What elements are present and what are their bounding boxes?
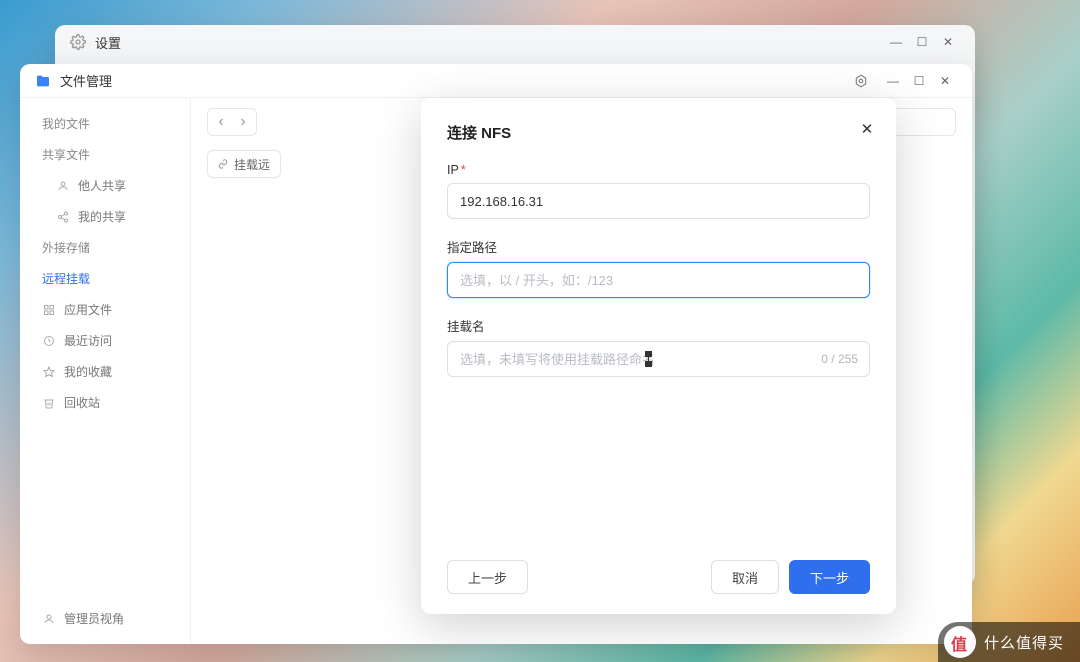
mount-name-input[interactable] [447,341,870,377]
path-input[interactable] [447,262,870,298]
ip-input[interactable] [447,183,870,219]
user-icon [56,179,70,193]
required-star: * [461,163,466,177]
close-button[interactable]: ✕ [932,68,958,94]
modal-overlay: 连接 NFS ✕ IP* 指定路径 [361,98,972,644]
sidebar-item-admin-view[interactable]: 管理员视角 [26,603,184,634]
sidebar-item-favorites[interactable]: 我的收藏 [26,356,184,387]
nav-back-forward: ‹ › [207,108,257,136]
sidebar-item-remote-mount[interactable]: 远程挂载 [26,263,184,294]
gear-icon [69,33,87,51]
modal-title: 连接 NFS [447,122,870,143]
content-area: ‹ › 搜索 挂载远 [190,98,972,644]
char-count: 0 / 255 [821,352,858,366]
next-button[interactable]: 下一步 [789,560,870,594]
back-button[interactable]: ‹ [212,110,230,134]
folder-icon [34,72,52,90]
star-icon [42,365,56,379]
sidebar-item-app-files[interactable]: 应用文件 [26,294,184,325]
settings-icon[interactable] [848,68,874,94]
sidebar-item-my-files[interactable]: 我的文件 [26,108,184,139]
maximize-button[interactable]: ☐ [906,68,932,94]
nfs-connect-modal: 连接 NFS ✕ IP* 指定路径 [421,98,896,614]
trash-icon [42,396,56,410]
sidebar-item-others-shared[interactable]: 他人共享 [26,170,184,201]
field-ip: IP* [447,163,870,219]
path-label: 指定路径 [447,237,870,256]
share-icon [56,210,70,224]
close-button[interactable]: ✕ [935,29,961,55]
sidebar-item-trash[interactable]: 回收站 [26,387,184,418]
sidebar-item-my-shared[interactable]: 我的共享 [26,201,184,232]
maximize-button[interactable]: ☐ [909,29,935,55]
minimize-button[interactable]: — [883,29,909,55]
cancel-button[interactable]: 取消 [711,560,779,594]
minimize-button[interactable]: — [880,68,906,94]
sidebar-item-shared[interactable]: 共享文件 [26,139,184,170]
file-manager-window: 文件管理 — ☐ ✕ 我的文件 共享文件 他人共享 我的共享 外接存储 远程挂载… [20,64,972,644]
settings-title: 设置 [95,33,883,52]
fm-titlebar: 文件管理 — ☐ ✕ [20,64,972,98]
sidebar: 我的文件 共享文件 他人共享 我的共享 外接存储 远程挂载 应用文件 最近访问 [20,98,190,644]
sidebar-item-external[interactable]: 外接存储 [26,232,184,263]
prev-button[interactable]: 上一步 [447,560,528,594]
text-cursor-icon [645,351,652,367]
field-mount-name: 挂载名 0 / 255 [447,316,870,377]
watermark: 值 什么值得买 [938,622,1080,662]
modal-footer: 上一步 取消 下一步 [447,560,870,594]
close-icon[interactable]: ✕ [856,118,878,140]
fm-title: 文件管理 [60,71,848,90]
mount-chip[interactable]: 挂载远 [207,150,281,178]
watermark-logo-icon: 值 [951,631,968,655]
mount-name-label: 挂载名 [447,316,870,335]
ip-label: IP* [447,163,870,177]
grid-icon [42,303,56,317]
field-path: 指定路径 [447,237,870,298]
user-admin-icon [42,612,56,626]
settings-titlebar: 设置 — ☐ ✕ [55,25,975,59]
clock-icon [42,334,56,348]
link-icon [218,159,228,169]
forward-button[interactable]: › [234,110,252,134]
sidebar-item-recent[interactable]: 最近访问 [26,325,184,356]
